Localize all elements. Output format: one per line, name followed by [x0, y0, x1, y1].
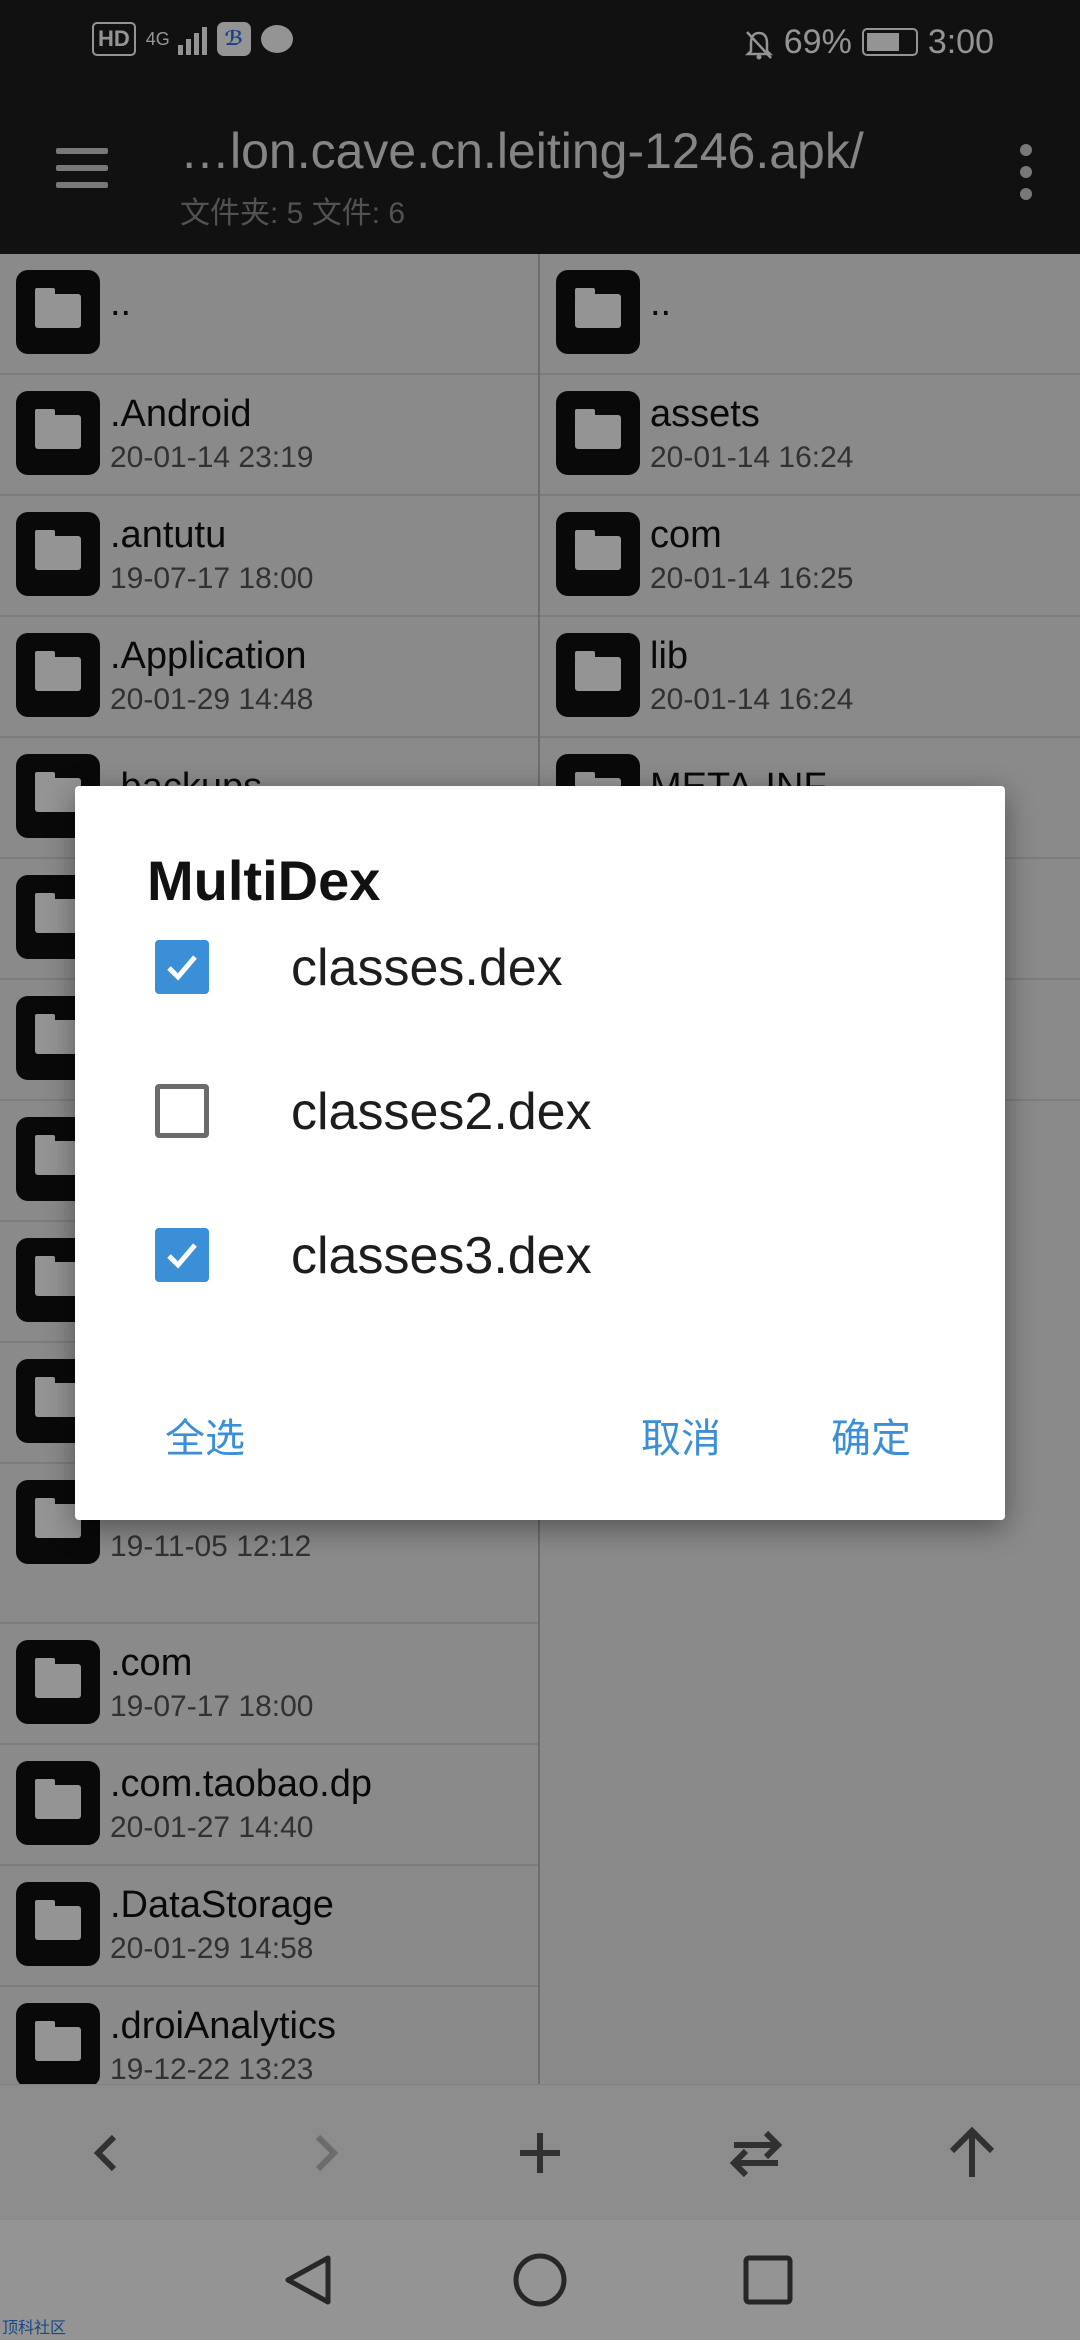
- dex-option-classes2[interactable]: classes2.dex: [75, 1054, 1005, 1174]
- dex-option-classes3[interactable]: classes3.dex: [75, 1198, 1005, 1318]
- dex-option-label: classes.dex: [291, 939, 563, 997]
- dex-option-classes[interactable]: classes.dex: [75, 910, 1005, 1030]
- dex-option-label: classes2.dex: [291, 1083, 592, 1141]
- dex-option-label: classes3.dex: [291, 1227, 592, 1285]
- checkbox[interactable]: [155, 1084, 209, 1138]
- select-all-button[interactable]: 全选: [165, 1406, 245, 1464]
- checkbox[interactable]: [155, 1228, 209, 1282]
- checkmark-icon: [167, 1243, 197, 1269]
- cancel-button[interactable]: 取消: [641, 1406, 721, 1464]
- confirm-button[interactable]: 确定: [831, 1406, 911, 1464]
- checkmark-icon: [167, 955, 197, 981]
- checkbox[interactable]: [155, 940, 209, 994]
- dialog-title: MultiDex: [147, 849, 381, 912]
- multidex-dialog: MultiDex classes.dex classes2.dex classe…: [75, 786, 1005, 1520]
